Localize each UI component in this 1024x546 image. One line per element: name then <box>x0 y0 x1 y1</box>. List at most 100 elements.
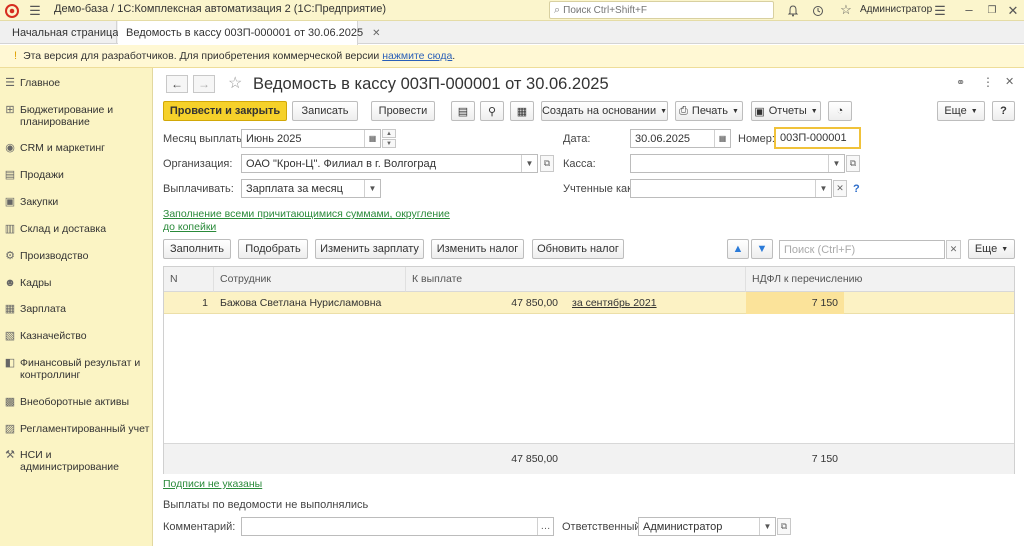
sidebar-item-regulated[interactable]: ▨ Регламентированный учет <box>0 423 153 435</box>
more-vert-icon[interactable]: ⋮ <box>982 75 994 89</box>
table-search-clear-button[interactable]: ✕ <box>946 240 961 259</box>
sidebar-item-assets[interactable]: ▩ Внеоборотные активы <box>0 396 153 408</box>
responsible-field[interactable]: Администратор ▼ <box>638 517 776 536</box>
print-label: Печать <box>691 105 728 117</box>
create-based-on-button[interactable]: Создать на основании ▼ <box>541 101 668 121</box>
form-close-icon[interactable]: ✕ <box>1005 75 1014 88</box>
column-header-employee[interactable]: Сотрудник <box>214 267 406 292</box>
move-up-button[interactable]: ▲ <box>727 239 749 259</box>
month-field[interactable]: Июнь 2025 ▦ <box>241 129 381 148</box>
sidebar-item-sales[interactable]: ▤ Продажи <box>0 169 153 181</box>
document-settings-button[interactable]: ◔ <box>828 101 852 121</box>
help-hint-icon[interactable]: ? <box>853 183 860 195</box>
organization-open-button[interactable]: ⧉ <box>540 155 554 172</box>
fill-button[interactable]: Заполнить <box>163 239 231 259</box>
sidebar-item-budgeting[interactable]: ⊞ Бюджетирование и планирование <box>0 104 153 128</box>
month-up-button[interactable]: ▲ <box>382 129 396 138</box>
dropdown-arrow-icon[interactable]: ▼ <box>759 518 775 535</box>
sidebar-item-purchases[interactable]: ▣ Закупки <box>0 196 153 208</box>
restore-icon[interactable]: ❐ <box>985 2 999 19</box>
ellipsis-icon[interactable]: … <box>537 518 553 535</box>
change-tax-button[interactable]: Изменить налог <box>431 239 524 259</box>
sidebar-item-main[interactable]: ☰ Главное <box>0 77 153 89</box>
help-button[interactable]: ? <box>992 101 1015 121</box>
date-field[interactable]: 30.06.2025 ▦ <box>630 129 731 148</box>
more-button[interactable]: Еще ▼ <box>937 101 985 121</box>
column-header-amount[interactable]: К выплате <box>406 267 746 292</box>
dropdown-arrow-icon[interactable]: ▼ <box>364 180 380 197</box>
list-icon: ☰ <box>5 77 15 89</box>
sidebar-item-admin[interactable]: ⚒ НСИ и администрирование <box>0 449 153 473</box>
journal-button[interactable]: ▤ <box>451 101 475 121</box>
calendar-icon[interactable]: ▦ <box>714 130 730 147</box>
sidebar-item-label: CRM и маркетинг <box>20 142 106 154</box>
sidebar-item-crm[interactable]: ◉ CRM и маркетинг <box>0 142 153 154</box>
sidebar-item-warehouse[interactable]: ▥ Склад и доставка <box>0 223 153 235</box>
sidebar-item-staff[interactable]: ☻ Кадры <box>0 277 153 289</box>
tab-document-label: Ведомость в кассу 003П-000001 от 30.06.2… <box>126 27 364 39</box>
table-more-button[interactable]: Еще ▼ <box>968 239 1015 259</box>
forward-button[interactable]: → <box>193 75 215 93</box>
column-header-tax[interactable]: НДФЛ к перечислению <box>746 267 1014 292</box>
number-field[interactable]: 003П-000001 <box>774 127 861 149</box>
reports-button[interactable]: ▣ Отчеты ▼ <box>751 101 821 121</box>
post-and-close-button[interactable]: Провести и закрыть <box>163 101 287 121</box>
totals-blank-2 <box>564 443 746 474</box>
month-down-button[interactable]: ▼ <box>382 139 396 148</box>
sidebar-item-salary[interactable]: ▦ Зарплата <box>0 303 153 315</box>
calendar-icon[interactable]: ▦ <box>364 130 380 147</box>
counted-as-clear-button[interactable]: ✕ <box>833 180 847 197</box>
tab-close-icon[interactable]: ✕ <box>372 28 380 39</box>
dropdown-arrow-icon[interactable]: ▼ <box>521 155 537 172</box>
bell-icon[interactable] <box>785 2 801 19</box>
fill-settings-link[interactable]: Заполнение всеми причитающимися суммами,… <box>163 208 463 234</box>
pay-type-field[interactable]: Зарплата за месяц ▼ <box>241 179 381 198</box>
dropdown-arrow-icon: ▼ <box>970 107 978 115</box>
signatures-link[interactable]: Подписи не указаны <box>163 478 262 491</box>
cash-open-button[interactable]: ⧉ <box>846 155 860 172</box>
comment-field[interactable]: … <box>241 517 554 536</box>
attach-button[interactable]: ⚲ <box>480 101 504 121</box>
organization-field[interactable]: ОАО "Крон-Ц". Филиал в г. Волгоград ▼ <box>241 154 538 173</box>
tab-home[interactable]: Начальная страница <box>0 21 118 44</box>
sidebar-item-label: Производство <box>20 250 89 262</box>
app-logo-icon[interactable] <box>3 2 21 19</box>
tab-document[interactable]: Ведомость в кассу 003П-000001 от 30.06.2… <box>118 21 380 45</box>
banner-link[interactable]: нажмите сюда <box>382 50 452 62</box>
update-tax-button[interactable]: Обновить налог <box>532 239 624 259</box>
move-down-button[interactable]: ▼ <box>751 239 773 259</box>
global-search[interactable]: ⌕ <box>549 1 774 19</box>
favorite-star-icon[interactable]: ☆ <box>228 73 242 93</box>
settings-menu-icon[interactable]: ☰ <box>932 2 948 19</box>
table-search-field[interactable]: Поиск (Ctrl+F) <box>779 240 945 259</box>
post-button[interactable]: Провести <box>371 101 435 121</box>
menu-icon[interactable]: ☰ <box>27 2 43 19</box>
sidebar-item-finance[interactable]: ◧ Финансовый результат и контроллинг <box>0 357 153 381</box>
print-button[interactable]: ⎙ Печать ▼ <box>675 101 743 121</box>
dropdown-arrow-icon[interactable]: ▼ <box>815 180 831 197</box>
history-icon[interactable] <box>810 2 826 19</box>
column-header-n[interactable]: N <box>164 267 214 292</box>
structure-button[interactable]: ▦ <box>510 101 534 121</box>
paperclip-icon: ⚲ <box>487 105 497 118</box>
current-user[interactable]: Администратор <box>860 4 932 15</box>
sidebar-item-treasury[interactable]: ▧ Казначейство <box>0 330 153 342</box>
pick-button[interactable]: Подобрать <box>238 239 308 259</box>
sidebar-item-label: Склад и доставка <box>20 223 107 235</box>
cash-field[interactable]: ▼ <box>630 154 845 173</box>
responsible-open-button[interactable]: ⧉ <box>777 518 791 535</box>
counted-as-field[interactable]: ▼ <box>630 179 832 198</box>
close-icon[interactable]: ✕ <box>1006 2 1020 19</box>
minimize-icon[interactable]: – <box>962 1 976 18</box>
favorites-icon[interactable]: ☆ <box>838 1 854 18</box>
sidebar-item-production[interactable]: ⚙ Производство <box>0 250 153 262</box>
row-period-link[interactable]: за сентябрь 2021 <box>566 293 736 313</box>
dropdown-arrow-icon[interactable]: ▼ <box>828 155 844 172</box>
arrow-up-icon: ▲ <box>732 243 744 255</box>
change-salary-button[interactable]: Изменить зарплату <box>315 239 424 259</box>
global-search-input[interactable] <box>563 4 764 16</box>
link-icon[interactable]: ⚭ <box>956 76 965 89</box>
table-row[interactable]: 1 Бажова Светлана Нурисламовна 47 850,00… <box>164 292 1014 314</box>
save-button[interactable]: Записать <box>292 101 358 121</box>
back-button[interactable]: ← <box>166 75 188 93</box>
